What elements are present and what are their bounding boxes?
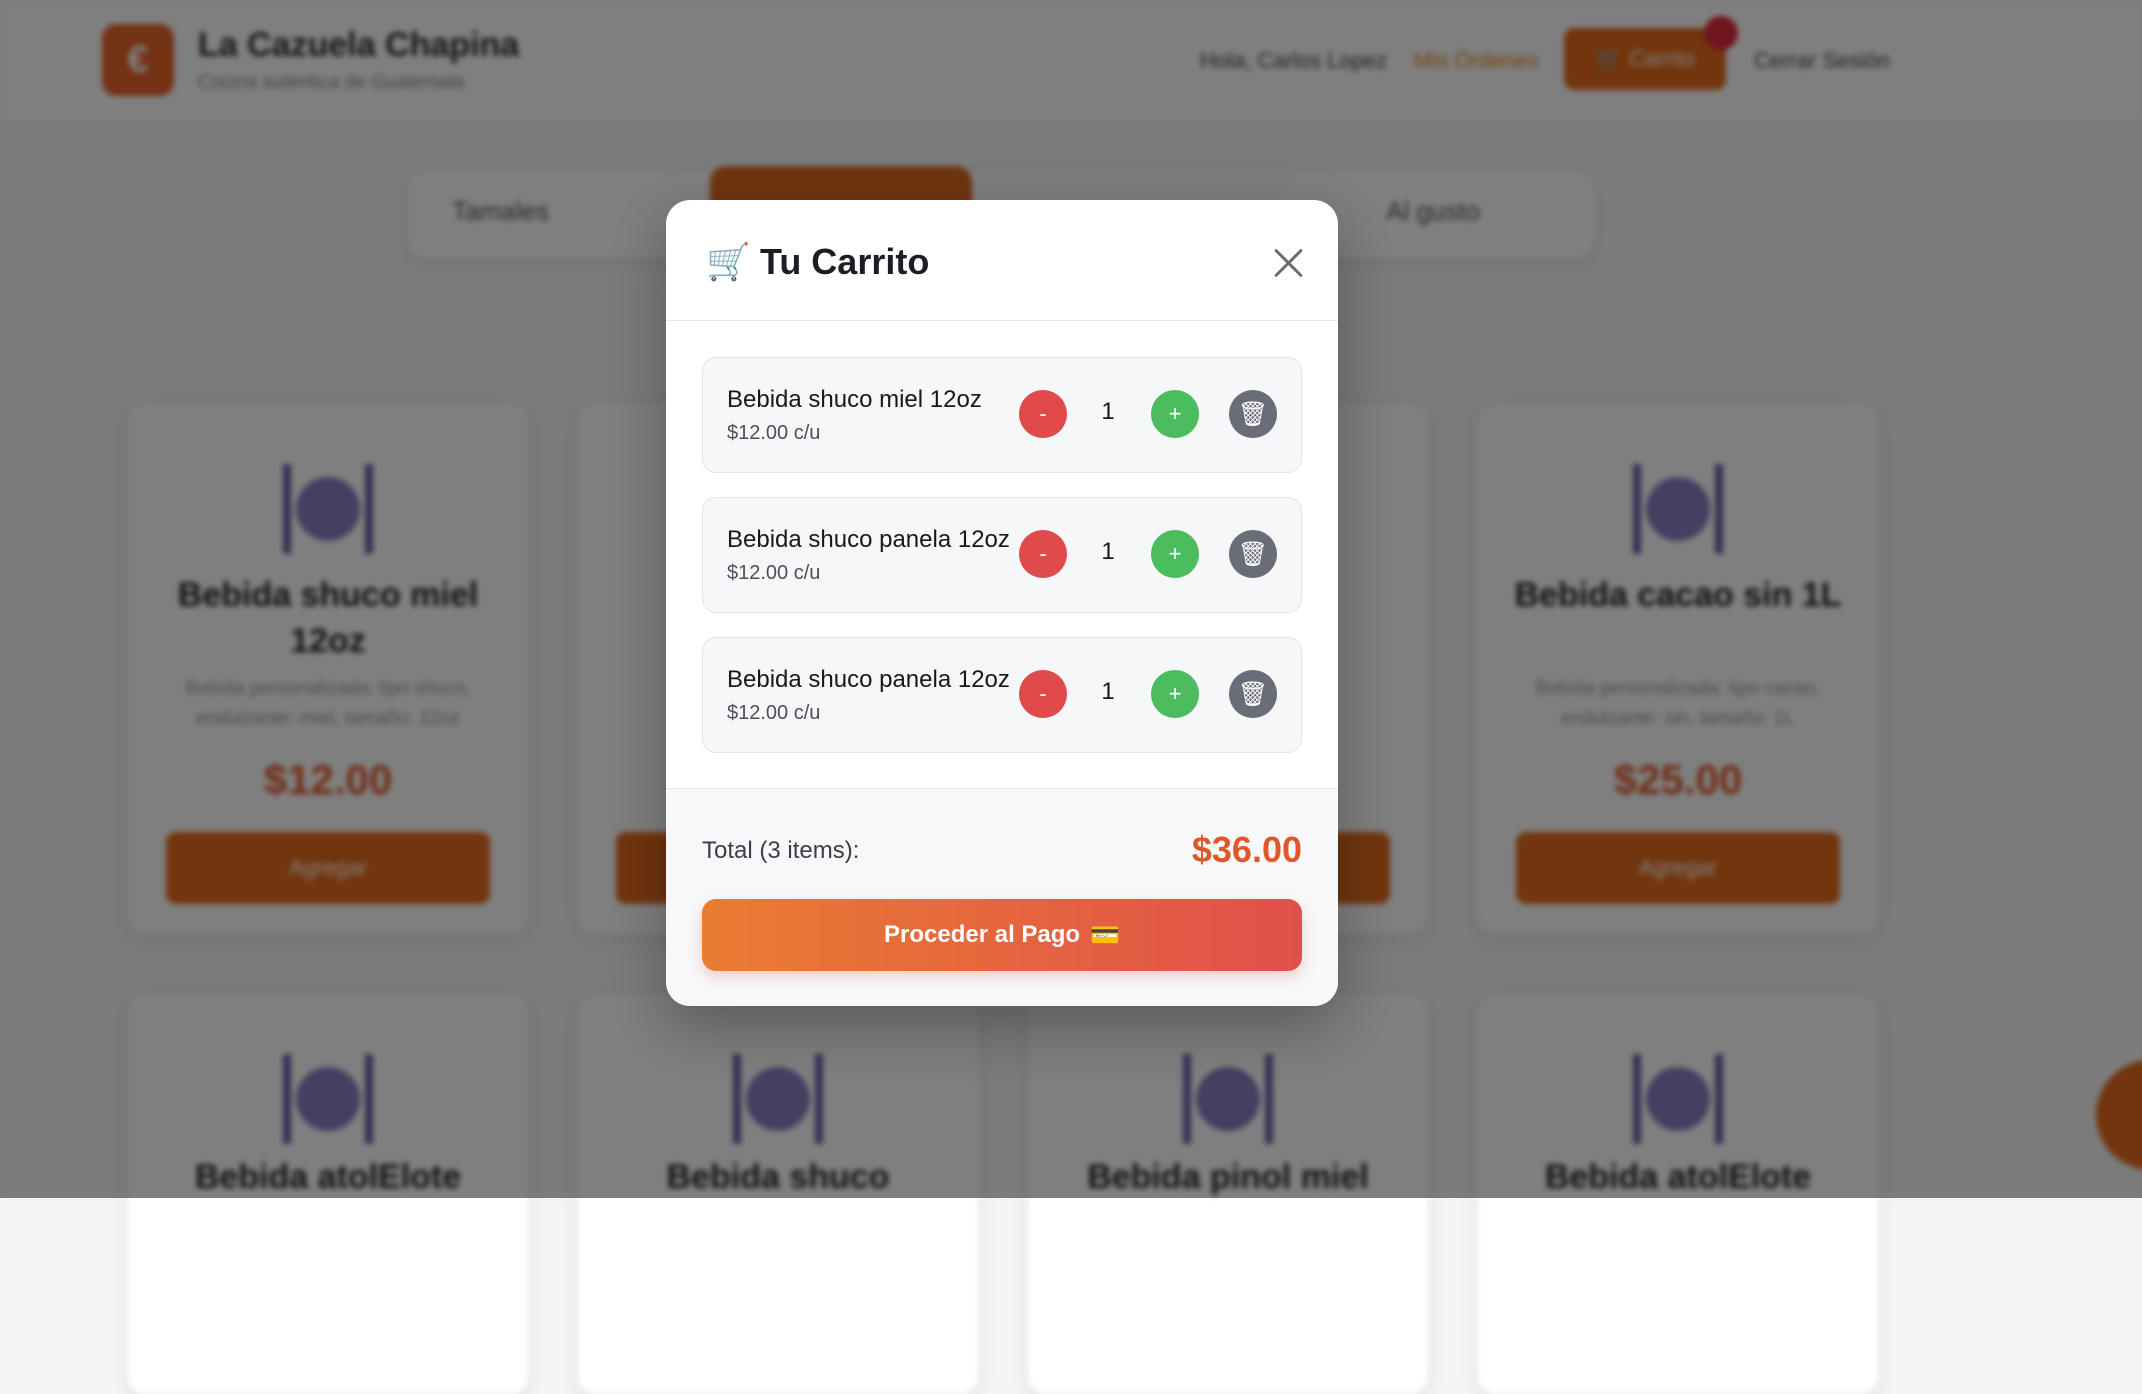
cart-item-quantity: 1 (1101, 678, 1115, 705)
cart-item-quantity: 1 (1101, 398, 1115, 425)
cart-modal: 🛒 Tu Carrito Bebida shuco miel 12oz $12.… (666, 200, 1338, 1006)
cart-modal-footer: Total (3 items): $36.00 Proceder al Pago… (666, 788, 1338, 1006)
trash-icon[interactable]: 🗑 (1229, 530, 1277, 578)
cart-item-name: Bebida shuco panela 12oz (727, 526, 1010, 553)
decrease-quantity-button[interactable]: - (1019, 670, 1067, 718)
trash-icon[interactable]: 🗑 (1229, 670, 1277, 718)
decrease-quantity-button[interactable]: - (1019, 530, 1067, 578)
cart-item: Bebida shuco panela 12oz $12.00 c/u - 1 … (702, 497, 1302, 613)
cart-item-unit-price: $12.00 c/u (727, 702, 821, 724)
cart-total-label: Total (3 items): (702, 837, 860, 864)
cart-modal-header: 🛒 Tu Carrito (666, 200, 1338, 321)
cart-item: Bebida shuco miel 12oz $12.00 c/u - 1 + … (702, 357, 1302, 473)
checkout-button-label: Proceder al Pago (884, 921, 1081, 948)
cart-item-quantity: 1 (1101, 538, 1115, 565)
cart-item-unit-price: $12.00 c/u (727, 562, 821, 584)
decrease-quantity-button[interactable]: - (1019, 390, 1067, 438)
close-icon[interactable] (1266, 240, 1312, 286)
cart-item-unit-price: $12.00 c/u (727, 422, 821, 444)
cart-total-value: $36.00 (1191, 829, 1302, 870)
shopping-cart-icon: 🛒 (706, 241, 751, 282)
credit-card-icon: 💳 (1090, 921, 1120, 949)
trash-icon[interactable]: 🗑 (1229, 390, 1277, 438)
increase-quantity-button[interactable]: + (1151, 390, 1199, 438)
cart-item-name: Bebida shuco panela 12oz (727, 666, 1010, 693)
checkout-button[interactable]: Proceder al Pago 💳 (702, 899, 1302, 971)
cart-item-name: Bebida shuco miel 12oz (727, 386, 982, 413)
increase-quantity-button[interactable]: + (1151, 670, 1199, 718)
cart-item: Bebida shuco panela 12oz $12.00 c/u - 1 … (702, 637, 1302, 753)
cart-modal-title: Tu Carrito (760, 241, 930, 282)
increase-quantity-button[interactable]: + (1151, 530, 1199, 578)
